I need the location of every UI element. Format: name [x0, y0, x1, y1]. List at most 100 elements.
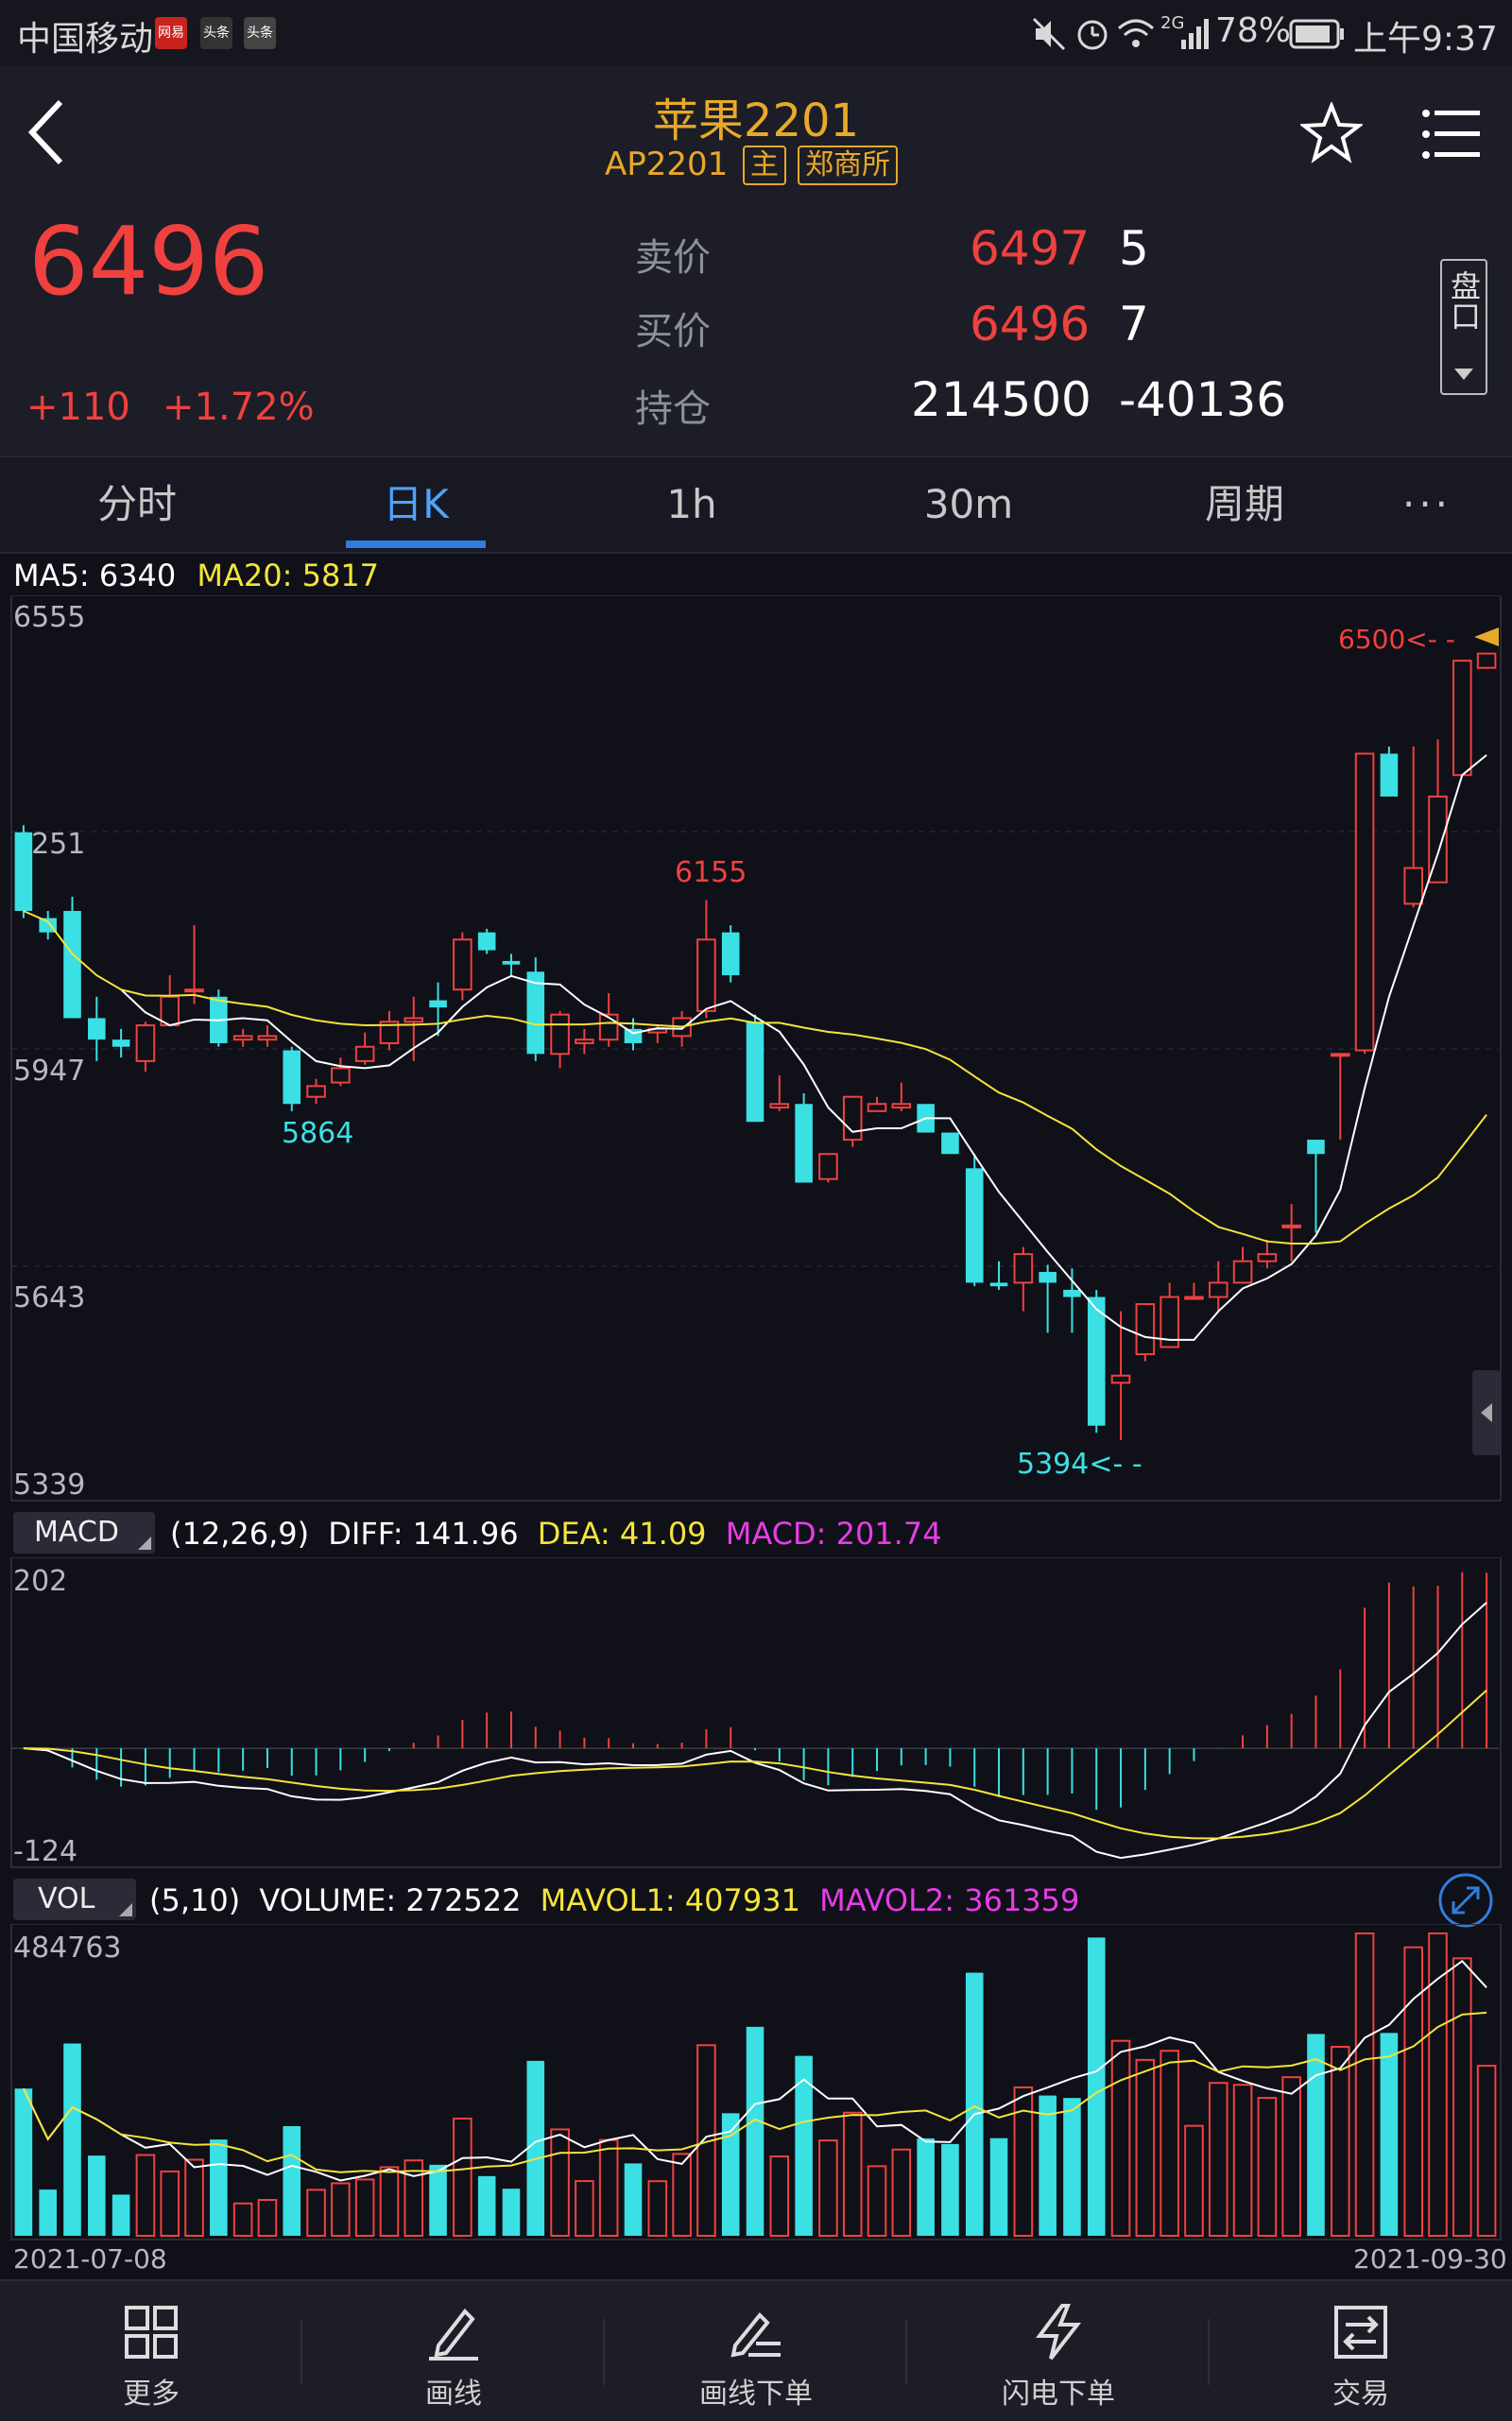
volume-bar-down — [14, 2088, 33, 2236]
candle-body-up — [232, 1035, 253, 1041]
volume-bar-up — [1184, 2124, 1204, 2237]
last-price: 6496 — [28, 206, 269, 317]
tab-1h[interactable]: 1h — [555, 457, 829, 552]
pen-icon — [429, 2308, 478, 2361]
caret-down-icon — [1454, 369, 1473, 380]
candle-body-up — [550, 1013, 570, 1056]
open-interest: 214500 — [911, 372, 1091, 427]
trade-button[interactable]: 交易 — [1210, 2281, 1512, 2421]
bid-volume: 7 — [1119, 297, 1149, 352]
tab-more[interactable]: ··· — [1342, 457, 1512, 552]
tab-daily-k[interactable]: 日K — [279, 457, 553, 552]
candle-body-down — [746, 1022, 765, 1123]
more-button[interactable]: 更多 — [0, 2281, 302, 2421]
volume-bar-down — [795, 2055, 813, 2236]
more-label: 更多 — [123, 2378, 180, 2411]
signal-icon — [1181, 19, 1209, 49]
order-book-button[interactable]: 盘口 — [1440, 259, 1487, 395]
date-start: 2021-07-08 — [13, 2243, 167, 2275]
candle-body-up — [1135, 1303, 1156, 1356]
draw-line-label: 画线 — [425, 2378, 482, 2411]
low-price-label: 5394<- - — [1017, 1448, 1143, 1481]
volume-bar-down — [989, 2138, 1008, 2236]
clock: 上午9:37 — [1353, 20, 1498, 59]
volume-chart[interactable] — [0, 1924, 1512, 2241]
candlestick-chart[interactable] — [0, 595, 1512, 1502]
volume-bar-down — [88, 2155, 106, 2236]
flash-order-label: 闪电下单 — [1002, 2378, 1115, 2411]
ask-volume: 5 — [1119, 221, 1149, 276]
notification-icon: 头条 — [200, 17, 232, 49]
candle-body-up — [1354, 752, 1375, 1052]
volume-bar-up — [354, 2178, 375, 2238]
volume-bar-down — [39, 2189, 57, 2236]
flash-order-button[interactable]: 闪电下单 — [907, 2281, 1210, 2421]
volume-bar-down — [526, 2060, 545, 2236]
tab-time-share[interactable]: 分时 — [0, 457, 274, 552]
candle-body-down — [941, 1132, 959, 1155]
tab-30m[interactable]: 30m — [832, 457, 1106, 552]
candle-body-up — [1403, 867, 1423, 905]
candle-body-down — [502, 960, 521, 965]
battery-icon — [1289, 19, 1344, 49]
volume-bar-down — [477, 2175, 496, 2236]
volume-bar-down — [624, 2163, 643, 2236]
macd-indicator-button[interactable]: MACD — [13, 1512, 155, 1554]
star-icon[interactable] — [1300, 102, 1363, 164]
corner-triangle-icon — [119, 1903, 132, 1916]
vol-mavol1: MAVOL1: 407931 — [540, 1882, 800, 1918]
bid-price: 6496 — [970, 297, 1091, 352]
volume-bar-up — [769, 2155, 790, 2237]
order-book-label: 盘口 — [1446, 270, 1482, 331]
candle-body-up — [575, 1039, 594, 1044]
candle-body-down — [1380, 753, 1399, 797]
volume-bar-up — [160, 2170, 180, 2238]
volume-bar-down — [283, 2125, 301, 2236]
candle-body-up — [184, 988, 204, 993]
volume-bar-up — [1476, 2065, 1497, 2237]
quote-header: 苹果2201 AP2201 主 郑商所 6496 +110 +1.72% 卖价 … — [0, 66, 1512, 455]
macd-chart[interactable] — [0, 1557, 1512, 1869]
menu-icon[interactable] — [1421, 106, 1482, 163]
candle-body-up — [453, 938, 472, 991]
volume-bar-up — [1257, 2097, 1278, 2237]
macd-params: (12,26,9) — [170, 1516, 310, 1552]
trade-arrows-icon — [1334, 2306, 1387, 2359]
draw-order-label: 画线下单 — [699, 2378, 813, 2411]
volume-bar-up — [1160, 2050, 1179, 2237]
vol-legend: (5,10) VOLUME: 272522 MAVOL1: 407931 MAV… — [149, 1882, 1079, 1918]
ma5-value: MA5: 6340 — [13, 558, 177, 593]
instrument-code: AP2201 — [605, 146, 729, 183]
tab-period[interactable]: 周期 — [1108, 457, 1382, 552]
chart-frame — [10, 1557, 1502, 1868]
volume-bar-up — [1208, 2082, 1228, 2237]
collapse-panel-handle[interactable] — [1472, 1370, 1501, 1455]
volume-bar-down — [210, 2139, 228, 2236]
candle-body-up — [1452, 660, 1472, 777]
draw-order-button[interactable]: 画线下单 — [605, 2281, 907, 2421]
candle-body-up — [331, 1067, 351, 1084]
candle-body-down — [283, 1050, 301, 1105]
volume-bar-up — [867, 2165, 887, 2238]
ma5-line — [120, 754, 1487, 1341]
vol-button-label: VOL — [38, 1882, 95, 1915]
vol-params: (5,10) — [149, 1882, 241, 1918]
lightning-icon — [1036, 2304, 1082, 2361]
volume-bar-up — [1403, 1946, 1423, 2237]
mute-icon — [1032, 17, 1066, 51]
volume-bar-up — [891, 2148, 912, 2238]
candle-body-up — [404, 1017, 424, 1023]
vol-indicator-button[interactable]: VOL — [13, 1879, 136, 1920]
bid-label: 买价 — [635, 310, 711, 353]
candle-body-down — [1307, 1140, 1325, 1155]
volume-bar-up — [550, 2128, 570, 2237]
battery-percent: 78% — [1215, 11, 1292, 50]
candle-body-up — [135, 1024, 156, 1062]
volume-bar-up — [1330, 2046, 1350, 2237]
volume-bar-down — [941, 2143, 959, 2236]
fullscreen-icon[interactable] — [1436, 1871, 1495, 1930]
draw-line-button[interactable]: 画线 — [302, 2281, 605, 2421]
volume-bar-down — [502, 2189, 521, 2236]
candle-body-down — [795, 1104, 813, 1183]
ma20-value: MA20: 5817 — [197, 558, 380, 593]
